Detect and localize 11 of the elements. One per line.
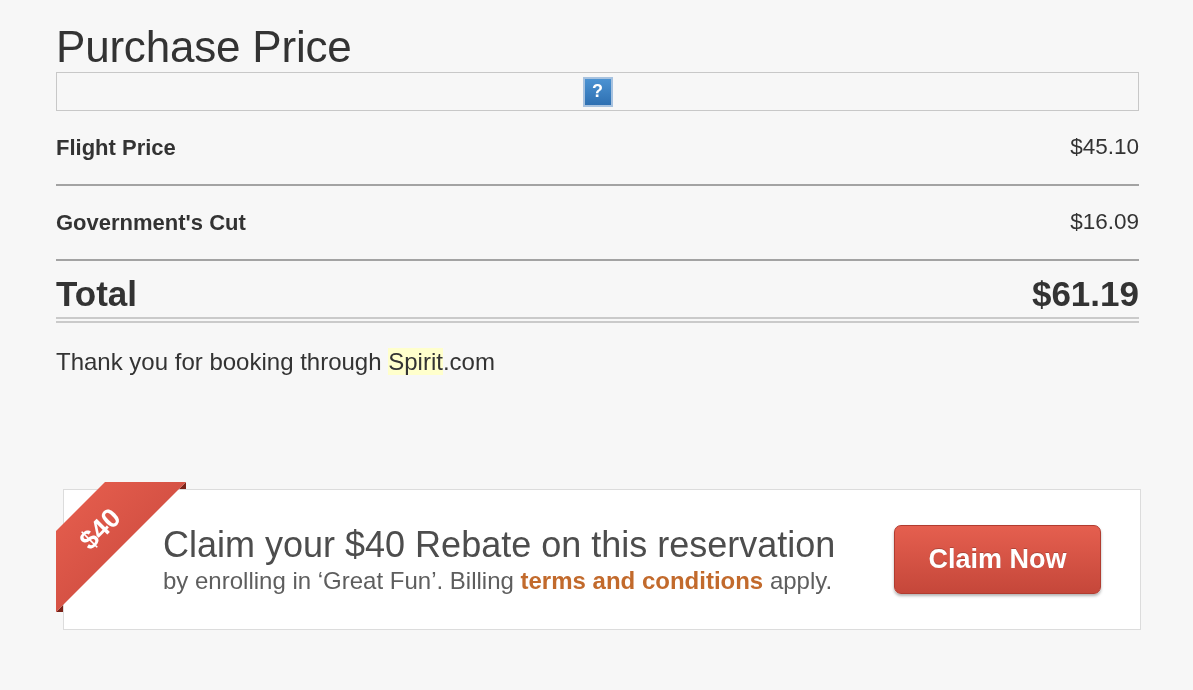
thank-you-message: Thank you for booking through Spirit.com — [56, 348, 495, 376]
line-item-label: Flight Price — [56, 136, 176, 159]
claim-now-button[interactable]: Claim Now — [894, 525, 1101, 594]
line-item-amount: $16.09 — [1070, 211, 1139, 234]
total-label: Total — [56, 276, 137, 311]
help-button[interactable]: ? — [582, 76, 613, 107]
terms-link[interactable]: terms and conditions — [520, 567, 764, 594]
total-amount: $61.19 — [1031, 276, 1139, 311]
line-item-label: Government's Cut — [56, 211, 246, 234]
page-title: Purchase Price — [56, 22, 353, 72]
line-item-amount: $45.10 — [1070, 136, 1139, 159]
